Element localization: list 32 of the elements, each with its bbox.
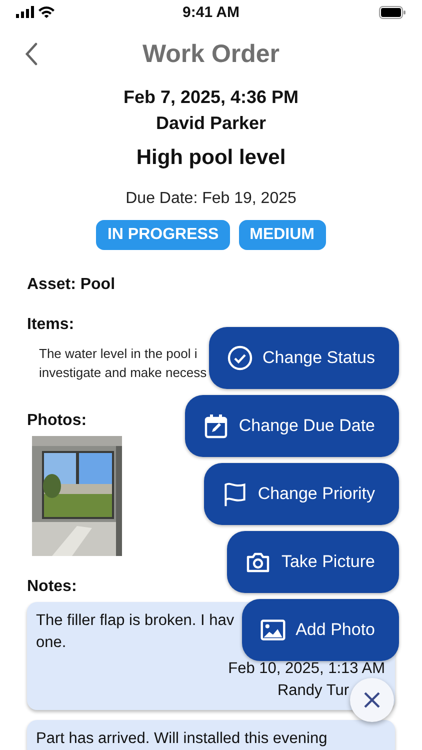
status-time: 9:41 AM (182, 4, 240, 20)
note-author: Randy Tur (277, 682, 349, 699)
wifi-icon (38, 6, 55, 18)
close-icon (363, 691, 381, 709)
note-text: The filler flap is broken. I hav (36, 611, 234, 631)
check-circle-icon (226, 345, 253, 371)
items-heading: Items: (27, 316, 74, 334)
description-line: The water level in the pool i (39, 345, 198, 363)
created-date: Feb 7, 2025, 4:36 PM (123, 86, 299, 109)
status-badge: IN PROGRESS (96, 220, 230, 250)
battery-icon (379, 6, 406, 18)
note-date: Feb 10, 2025, 1:13 AM (228, 660, 385, 677)
calendar-edit-icon (202, 413, 229, 439)
note-text: one. (36, 633, 66, 653)
signal-icon (16, 6, 34, 18)
action-button[interactable]: Add Photo (242, 599, 399, 661)
due-date: Due Date: Feb 19, 2025 (126, 190, 296, 208)
page-title: Work Order (141, 40, 281, 68)
action-button[interactable]: Take Picture (227, 531, 399, 593)
action-button[interactable]: Change Priority (204, 463, 399, 525)
action-button[interactable]: Change Status (208, 327, 399, 389)
asset-label: Asset: Pool (27, 276, 116, 294)
flag-icon (222, 481, 248, 507)
photos-heading: Photos: (27, 412, 87, 430)
note-text: Part has arrived. Will installed this evening (36, 729, 328, 749)
description-line: investigate and make necess (39, 364, 207, 382)
notes-heading: Notes: (27, 578, 77, 596)
order-title: High pool level (136, 146, 286, 170)
status-badge: MEDIUM (238, 220, 326, 250)
image-icon (260, 617, 286, 643)
action-button[interactable]: Change Due Date (184, 395, 399, 457)
author-name: David Parker (156, 112, 266, 135)
